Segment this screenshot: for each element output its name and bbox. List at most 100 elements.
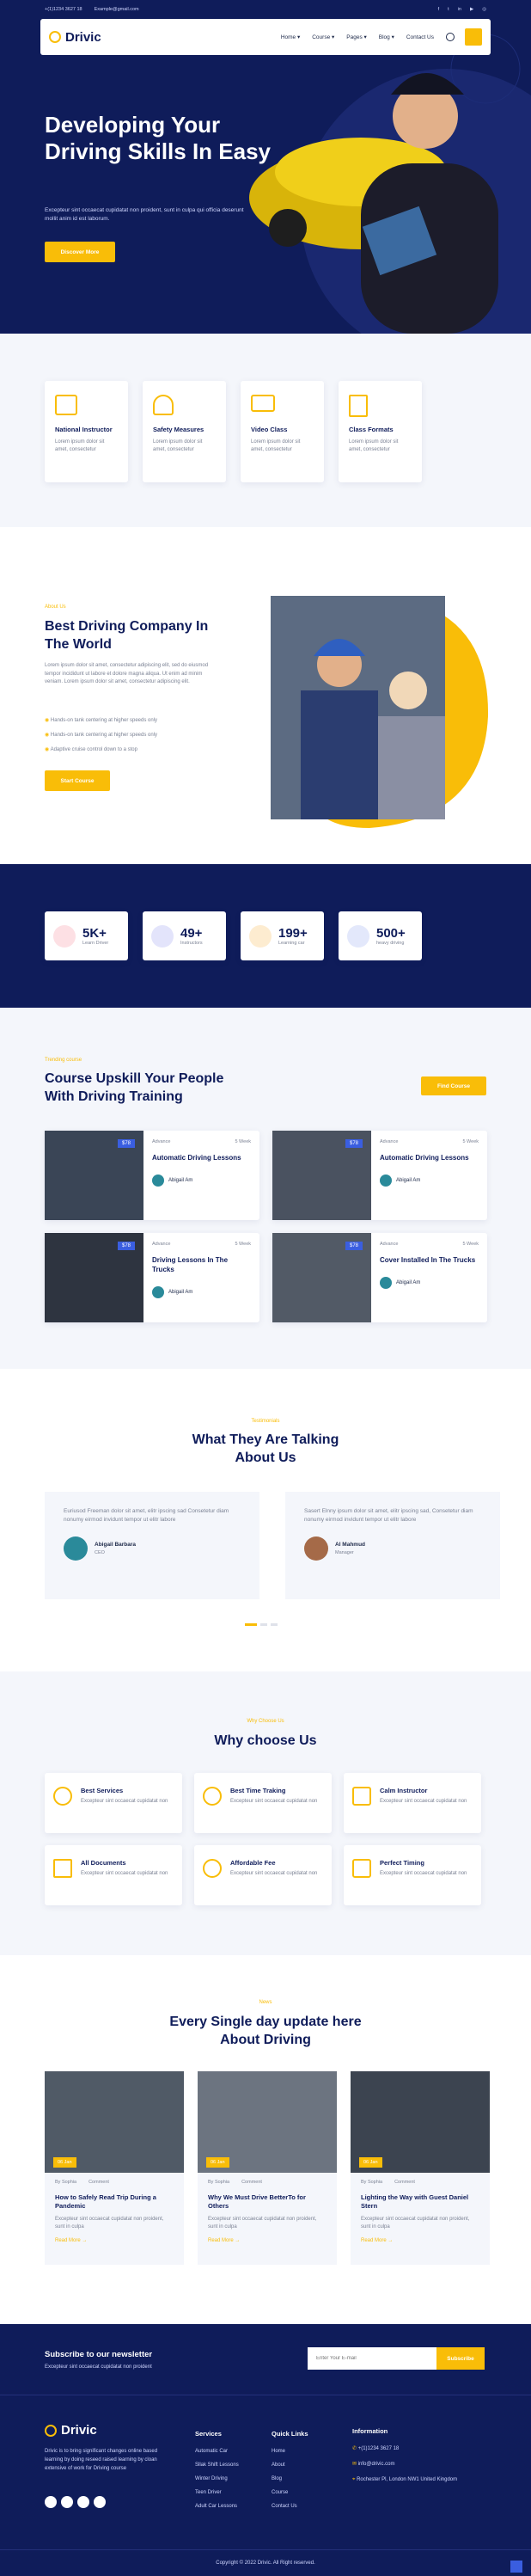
news-card[interactable]: 06 Jan By Sophia Comment How to Safely Re… [45, 2071, 184, 2265]
nav-home[interactable]: Home ▾ [281, 34, 300, 40]
read-more-link[interactable]: Read More → [55, 2238, 174, 2243]
news-card[interactable]: 06 Jan By Sophia Comment Lighting the Way… [351, 2071, 490, 2265]
course-card[interactable]: $78 Advance 5 Week Cover Installed In The… [272, 1233, 487, 1322]
course-card[interactable]: $78 Advance 5 Week Automatic Driving Less… [45, 1131, 259, 1220]
scroll-top-button[interactable] [510, 2561, 522, 2573]
news-date: 06 Jan [206, 2157, 229, 2168]
course-card[interactable]: $78 Advance 5 Week Driving Lessons In The… [45, 1233, 259, 1322]
newsletter-email-input[interactable] [308, 2347, 438, 2370]
facebook-icon[interactable] [45, 2496, 57, 2508]
course-image: $78 [45, 1131, 143, 1220]
stat-label: Instructors [180, 941, 203, 946]
twitter-icon[interactable]: t [448, 7, 449, 12]
read-more-link[interactable]: Read More → [361, 2238, 479, 2243]
avatar [152, 1286, 164, 1298]
services-heading: Services [195, 2430, 222, 2438]
footer-link[interactable]: Automatic Car [195, 2444, 239, 2458]
avatar [380, 1175, 392, 1187]
check-icon: ◉ [45, 733, 50, 738]
timing-icon [352, 1859, 371, 1878]
news-card[interactable]: 06 Jan By Sophia Comment Why We Must Driv… [198, 2071, 337, 2265]
nav-pages[interactable]: Pages ▾ [346, 34, 367, 40]
why-card: Calm Instructor Excepteur sint occaecat c… [344, 1773, 481, 1833]
news-title: How to Safely Read Trip During a Pandemi… [55, 2193, 156, 2210]
footer-phone[interactable]: +(1)1234 3627 18 [358, 2446, 400, 2451]
facebook-icon[interactable]: f [438, 7, 440, 12]
start-course-button[interactable]: Start Course [45, 770, 110, 791]
nav-contact[interactable]: Contact Us [406, 34, 434, 40]
course-level: Advance [380, 1139, 399, 1144]
menu-icon[interactable] [465, 28, 482, 46]
topbar-phone[interactable]: +(1)1234 3627 18 [45, 7, 82, 12]
stat-card: 199+ Learning car [241, 911, 324, 960]
footer-link[interactable]: Blog [272, 2472, 308, 2486]
read-more-link[interactable]: Read More → [208, 2238, 327, 2243]
stat-label: Learning car [278, 941, 305, 946]
topbar-email[interactable]: Example@gmail.com [95, 7, 139, 12]
youtube-icon[interactable]: ▶ [470, 7, 473, 12]
footer-link[interactable]: Sllak Shift Lessons [195, 2458, 239, 2472]
course-title: Driving Lessons In The Trucks [152, 1256, 229, 1273]
testimonial-name: Abigail Barbara [95, 1542, 137, 1548]
footer-social [45, 2496, 106, 2508]
about-section: About Us Best Driving Company In The Wor… [0, 527, 531, 864]
footer-link[interactable]: Course [272, 2486, 308, 2499]
news-text: Excepteur sint occaecat cupidatat non pr… [361, 2217, 470, 2229]
find-course-button[interactable]: Find Course [421, 1076, 486, 1095]
testimonial-text: Sasert Elnny ipsum dolor sit amet, elitr… [304, 1508, 473, 1523]
instagram-icon[interactable]: ◎ [482, 7, 486, 12]
clock-icon [203, 1787, 222, 1806]
instructor-stat-icon [151, 924, 174, 948]
nav-course[interactable]: Course ▾ [312, 34, 334, 40]
feature-text: Lorem ipsum dolor sit amet, consectetur [349, 439, 399, 452]
feature-text: Lorem ipsum dolor sit amet, consectetur [153, 439, 203, 452]
subscribe-button[interactable]: Subscribe [436, 2347, 485, 2370]
news-image: 06 Jan [45, 2071, 184, 2173]
footer-link[interactable]: About [272, 2458, 308, 2472]
stat-card: 49+ Instructors [143, 911, 226, 960]
footer-brand: Drivic [61, 2423, 97, 2438]
discover-button[interactable]: Discover More [45, 242, 115, 262]
footer-link[interactable]: Teen Driver [195, 2486, 239, 2499]
feature-title: Safety Measures [153, 426, 204, 433]
course-level: Advance [380, 1242, 399, 1247]
courses-title: Course Upskill Your People With Driving … [45, 1071, 224, 1104]
footer-link[interactable]: Adult Car Lessons [195, 2499, 239, 2513]
newsletter-title: Subscribe to our newsletter [45, 2350, 153, 2359]
footer-email[interactable]: info@drivic.com [358, 2462, 395, 2467]
features-section: National Instructor Lorem ipsum dolor si… [0, 334, 531, 527]
testimonial-card: Sasert Elnny ipsum dolor sit amet, elitr… [285, 1492, 500, 1599]
course-price: $78 [117, 1139, 135, 1148]
feature-card[interactable]: Video Class Lorem ipsum dolor sit amet, … [241, 381, 324, 482]
news-author: By Sophia [55, 2180, 77, 2185]
nav-blog[interactable]: Blog ▾ [379, 34, 394, 40]
linkedin-icon[interactable]: in [458, 7, 461, 12]
course-level: Advance [152, 1139, 171, 1144]
news-image: 06 Jan [351, 2071, 490, 2173]
stats-section: 5K+ Learn Driver 49+ Instructors 199+ Learn… [0, 864, 531, 1008]
instagram-icon[interactable] [77, 2496, 89, 2508]
brand-name[interactable]: Drivic [65, 30, 101, 45]
testimonial-role: Manager [335, 1550, 354, 1555]
avatar [380, 1277, 392, 1289]
search-icon[interactable] [446, 33, 455, 41]
stat-value: 199+ [278, 926, 308, 941]
why-card: Best Time Traking Excepteur sint occaecat… [194, 1773, 332, 1833]
logo-icon [49, 31, 61, 43]
why-title: Why choose Us [214, 1733, 317, 1748]
slider-dots[interactable] [245, 1623, 278, 1626]
footer-link[interactable]: Winter Driving [195, 2472, 239, 2486]
feature-card[interactable]: Class Formats Lorem ipsum dolor sit amet… [339, 381, 422, 482]
hero-title: Developing Your Driving Skills In Easy [45, 112, 271, 164]
twitter-icon[interactable] [61, 2496, 73, 2508]
footer-link[interactable]: Home [272, 2444, 308, 2458]
feature-card[interactable]: National Instructor Lorem ipsum dolor si… [45, 381, 128, 482]
footer-link[interactable]: Contact Us [272, 2499, 308, 2513]
course-price: $78 [345, 1139, 363, 1148]
about-tag: About Us [45, 604, 66, 610]
linkedin-icon[interactable] [94, 2496, 106, 2508]
feature-card[interactable]: Safety Measures Lorem ipsum dolor sit am… [143, 381, 226, 482]
news-date: 06 Jan [359, 2157, 382, 2168]
course-card[interactable]: $78 Advance 5 Week Automatic Driving Less… [272, 1131, 487, 1220]
stat-label: Learn Driver [82, 941, 109, 946]
